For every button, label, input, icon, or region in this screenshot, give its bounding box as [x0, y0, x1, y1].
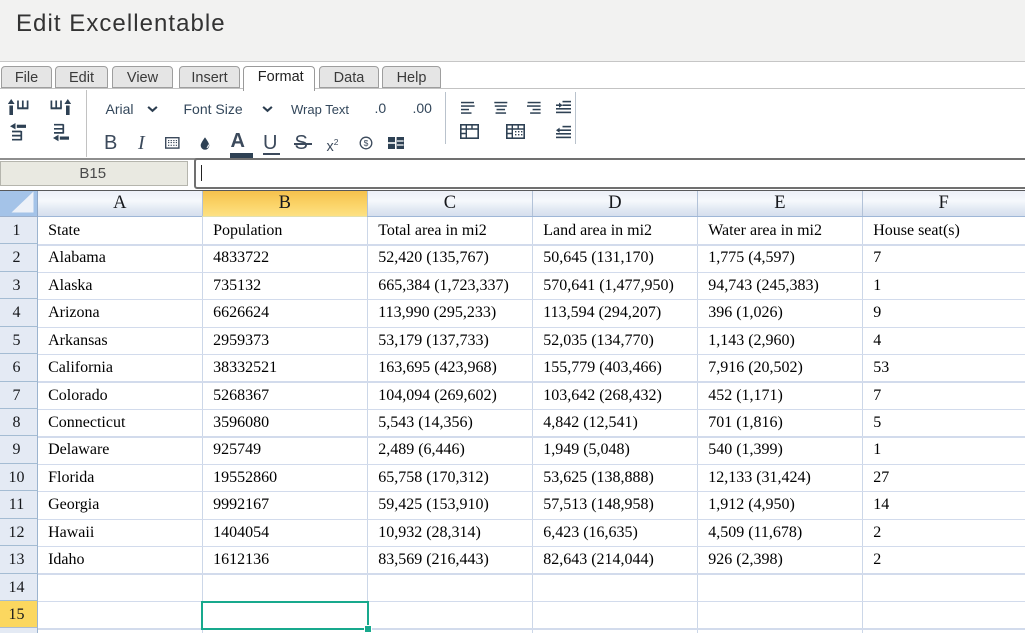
svg-text:$: $	[364, 138, 369, 148]
